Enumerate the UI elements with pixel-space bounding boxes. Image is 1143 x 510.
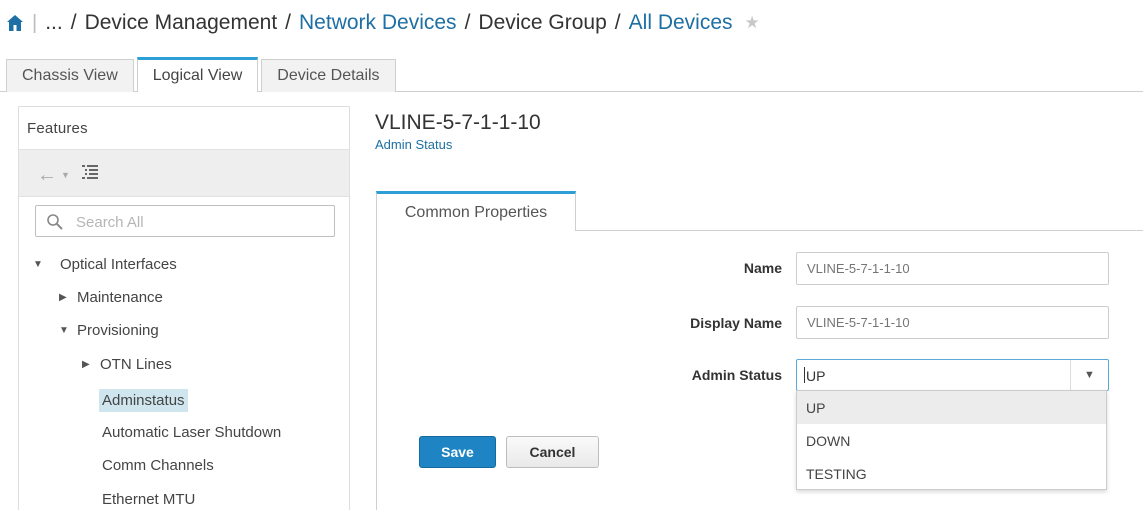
tree-item-label: Ethernet MTU (102, 491, 196, 508)
breadcrumb: | ... / Device Management / Network Devi… (6, 8, 760, 38)
option-down[interactable]: DOWN (797, 424, 1106, 457)
breadcrumb-network-devices[interactable]: Network Devices (299, 11, 457, 35)
tab-chassis-view[interactable]: Chassis View (6, 59, 134, 92)
tab-device-details[interactable]: Device Details (261, 59, 396, 92)
admin-status-label: Admin Status (691, 367, 782, 383)
search-icon (47, 214, 63, 230)
features-panel: Features ← ▼ ▼ Optical Interfaces ▶ Main… (18, 106, 350, 510)
admin-status-value: UP (806, 368, 826, 384)
tree-item-adminstatus[interactable]: Adminstatus (99, 389, 188, 412)
breadcrumb-separator: / (285, 11, 292, 34)
admin-status-select[interactable]: UP ▼ (796, 359, 1109, 391)
list-view-icon[interactable] (81, 163, 99, 181)
tree-item-label: Automatic Laser Shutdown (102, 424, 282, 441)
option-up[interactable]: UP (797, 391, 1106, 424)
option-testing[interactable]: TESTING (797, 457, 1106, 490)
tree-item-optical-interfaces[interactable]: ▼ Optical Interfaces (33, 256, 177, 273)
back-arrow-icon[interactable]: ← (37, 164, 57, 187)
text-cursor (804, 367, 805, 383)
history-dropdown-icon[interactable]: ▼ (61, 170, 70, 180)
admin-status-dropdown: UP DOWN TESTING (796, 390, 1107, 490)
chevron-down-icon[interactable]: ▼ (1070, 360, 1108, 390)
tree-item-label: OTN Lines (100, 356, 172, 373)
expanded-caret-icon[interactable]: ▼ (59, 325, 77, 336)
tree-item-label: Provisioning (77, 322, 159, 339)
tree-item-label: Maintenance (77, 289, 163, 306)
breadcrumb-device-management: Device Management (84, 11, 278, 34)
favorite-star-icon[interactable]: ★ (745, 13, 760, 33)
tree-item-label: Adminstatus (99, 389, 188, 412)
breadcrumb-separator: / (464, 11, 471, 34)
features-title: Features (27, 120, 88, 137)
tab-common-properties[interactable]: Common Properties (376, 191, 576, 231)
view-tabs: Chassis View Logical View Device Details (6, 57, 399, 92)
display-name-label: Display Name (690, 315, 782, 331)
object-title: VLINE-5-7-1-1-10 (375, 111, 541, 134)
tree-item-ethernet-mtu[interactable]: Ethernet MTU (102, 491, 195, 508)
tree-item-automatic-laser-shutdown[interactable]: Automatic Laser Shutdown (102, 424, 281, 441)
tree-item-comm-channels[interactable]: Comm Channels (102, 457, 214, 474)
tree-item-label: Optical Interfaces (60, 256, 177, 273)
tree-item-label: Comm Channels (102, 457, 214, 474)
tree-item-otn-lines[interactable]: ▶ OTN Lines (82, 356, 172, 373)
save-button[interactable]: Save (419, 436, 496, 468)
home-icon[interactable] (6, 14, 24, 32)
object-subtitle[interactable]: Admin Status (375, 137, 452, 152)
collapsed-caret-icon[interactable]: ▶ (59, 292, 77, 303)
breadcrumb-separator: / (70, 11, 77, 34)
name-label: Name (743, 260, 782, 276)
cancel-button[interactable]: Cancel (506, 436, 599, 468)
search-input[interactable] (76, 211, 326, 233)
breadcrumb-separator: / (614, 11, 621, 34)
tree-item-maintenance[interactable]: ▶ Maintenance (59, 289, 163, 306)
features-toolbar: ← ▼ (19, 149, 349, 197)
breadcrumb-device-group: Device Group (478, 11, 607, 34)
tab-logical-view[interactable]: Logical View (136, 57, 259, 92)
search-box (35, 205, 335, 237)
breadcrumb-divider: | (32, 11, 38, 34)
collapsed-caret-icon[interactable]: ▶ (82, 359, 100, 370)
breadcrumb-all-devices[interactable]: All Devices (629, 11, 733, 35)
expanded-caret-icon[interactable]: ▼ (33, 259, 51, 270)
tree-item-provisioning[interactable]: ▼ Provisioning (59, 322, 159, 339)
breadcrumb-ellipsis[interactable]: ... (45, 11, 63, 35)
name-field[interactable] (796, 252, 1109, 285)
display-name-field[interactable] (796, 306, 1109, 339)
